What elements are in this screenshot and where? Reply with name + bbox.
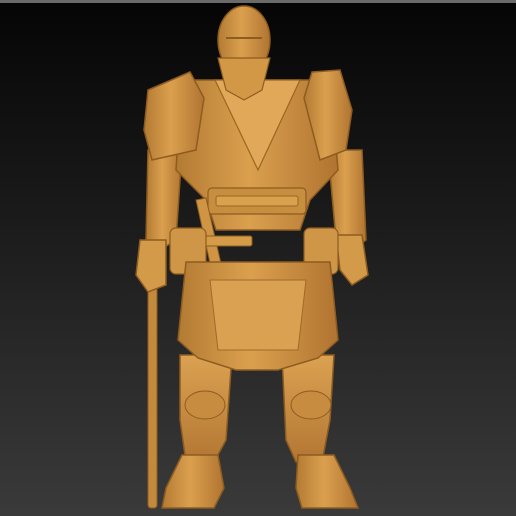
staff — [147, 271, 158, 509]
3d-viewport[interactable] — [0, 0, 516, 516]
boots — [161, 454, 360, 509]
sculpted-model[interactable] — [0, 0, 516, 516]
tabard — [177, 261, 339, 371]
masked-head — [217, 5, 271, 101]
legs — [179, 354, 335, 463]
belt — [207, 187, 307, 215]
